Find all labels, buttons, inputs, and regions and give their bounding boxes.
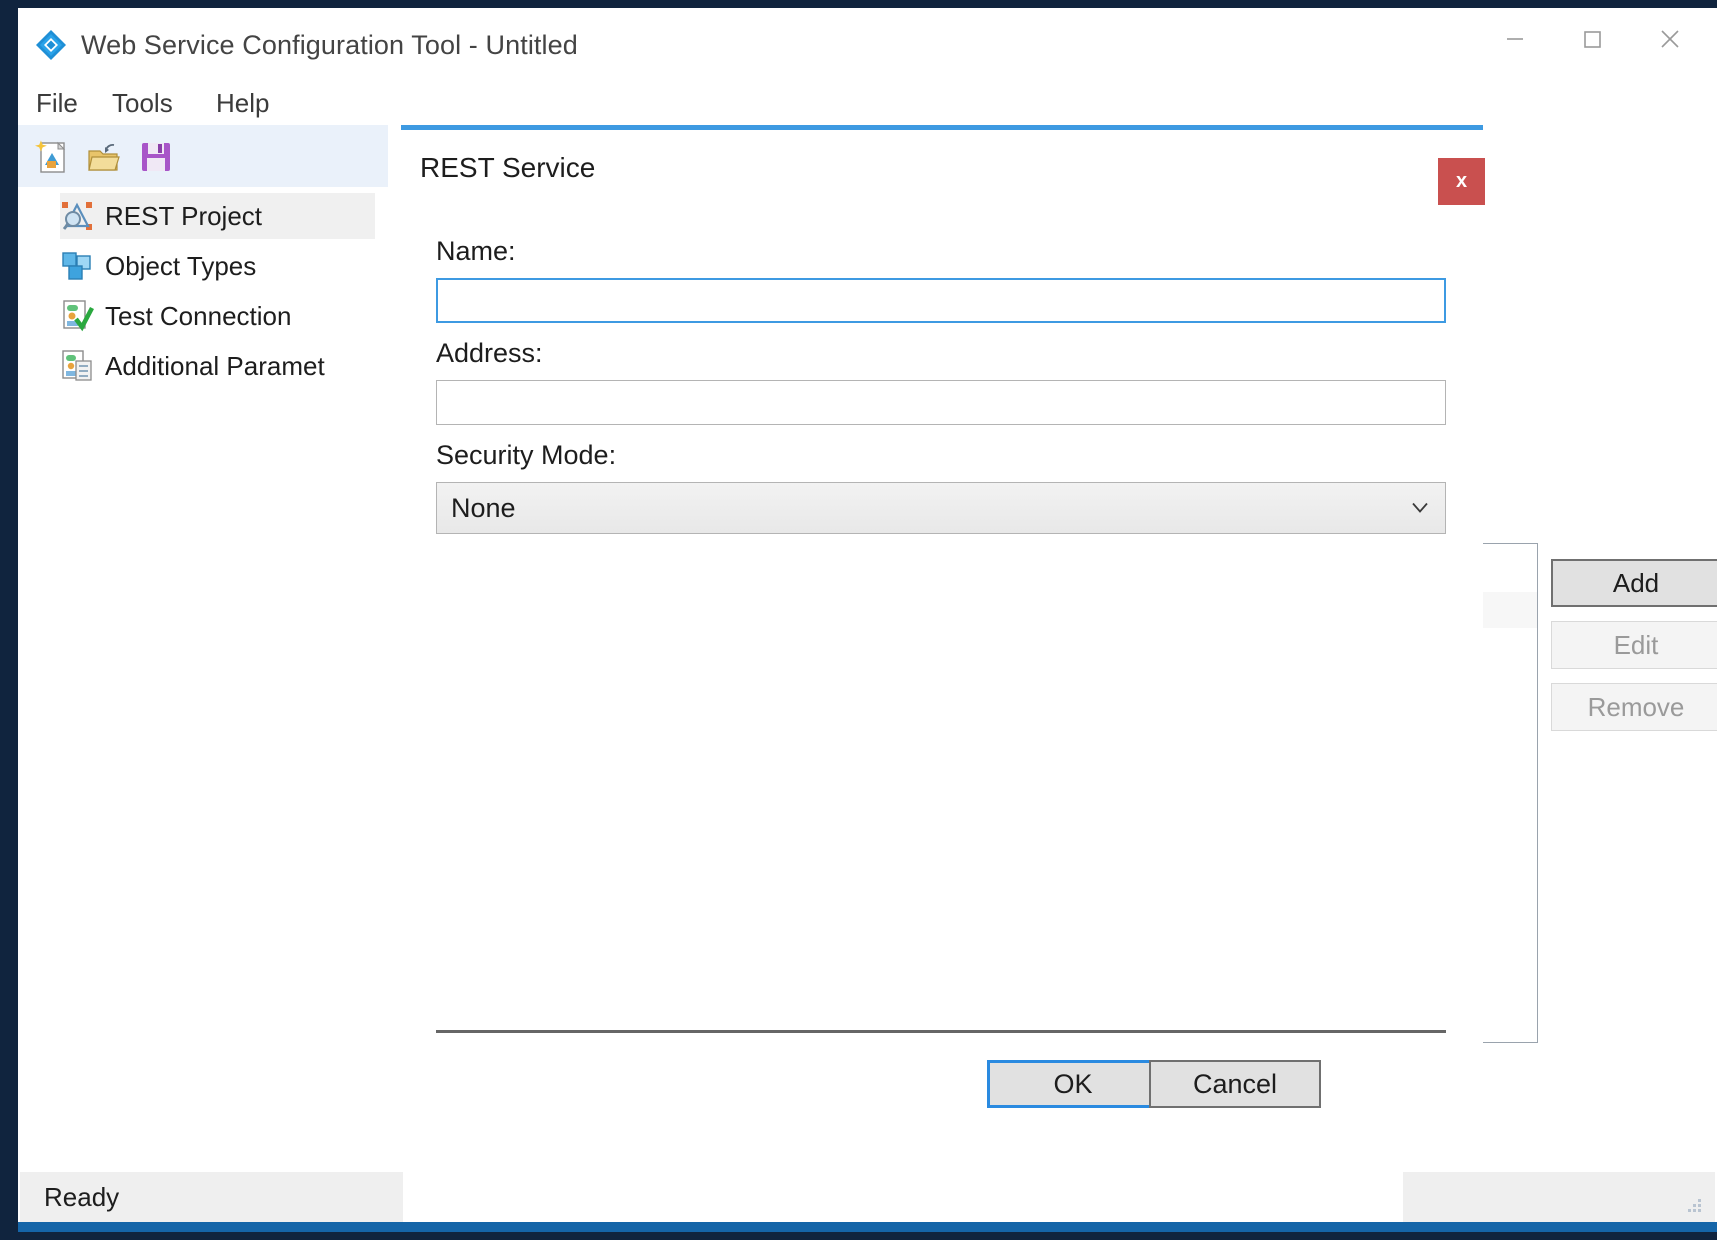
name-label: Name:: [436, 236, 516, 266]
sidebar-item-label: Test Connection: [105, 300, 292, 331]
open-folder-icon[interactable]: [84, 137, 124, 177]
dialog-separator: [436, 1030, 1446, 1033]
status-panel-right: [1403, 1172, 1715, 1222]
security-mode-value: None: [451, 492, 516, 523]
app-diamond-icon: [34, 28, 68, 62]
rest-project-icon: [60, 199, 94, 233]
window-title: Web Service Configuration Tool - Untitle…: [81, 30, 578, 60]
sidebar-item-test-connection[interactable]: Test Connection: [60, 293, 375, 339]
maximize-icon[interactable]: [1554, 8, 1629, 70]
chevron-down-icon: [1411, 497, 1429, 520]
dialog-title: REST Service: [420, 152, 596, 183]
additional-parameter-icon: [60, 349, 94, 383]
security-mode-label: Security Mode:: [436, 440, 617, 470]
save-disk-icon[interactable]: [136, 137, 176, 177]
sidebar-item-rest-project[interactable]: REST Project: [60, 193, 375, 239]
minimize-icon[interactable]: [1477, 8, 1552, 70]
cancel-button[interactable]: Cancel: [1149, 1060, 1321, 1108]
menu-bar: File Tools Help: [18, 80, 1717, 125]
sidebar-item-label: Object Types: [105, 250, 257, 281]
rest-service-dialog: REST Service x Name: Address: Security M…: [401, 125, 1485, 1141]
edit-button[interactable]: Edit: [1551, 621, 1717, 669]
title-bar: Web Service Configuration Tool - Untitle…: [18, 8, 1717, 80]
sidebar-item-label: REST Project: [105, 200, 263, 231]
menu-item-tools[interactable]: Tools: [104, 86, 181, 121]
dialog-close-button[interactable]: x: [1438, 158, 1485, 205]
toolbar: [18, 125, 388, 187]
status-bar: Ready: [18, 1172, 1717, 1222]
address-input[interactable]: [436, 380, 1446, 425]
application-window: Web Service Configuration Tool - Untitle…: [18, 8, 1717, 1232]
menu-item-file[interactable]: File: [28, 86, 86, 121]
security-mode-select[interactable]: None: [436, 482, 1446, 534]
ok-button[interactable]: OK: [987, 1060, 1159, 1108]
close-icon[interactable]: [1632, 8, 1707, 70]
test-connection-icon: [60, 299, 94, 333]
menu-item-help[interactable]: Help: [208, 86, 277, 121]
name-input[interactable]: [436, 278, 1446, 323]
object-types-icon: [60, 249, 94, 283]
navigation-tree: REST Project Object Types Test Connectio…: [18, 187, 388, 1172]
address-label: Address:: [436, 338, 543, 368]
new-project-icon[interactable]: [32, 137, 72, 177]
window-bottom-accent: [18, 1222, 1717, 1232]
add-button[interactable]: Add: [1551, 559, 1717, 607]
sidebar-item-object-types[interactable]: Object Types: [60, 243, 375, 289]
status-panel: Ready: [20, 1172, 403, 1222]
sidebar-item-additional-parameter[interactable]: Additional Paramet: [60, 343, 375, 389]
screen: Web Service Configuration Tool - Untitle…: [0, 0, 1717, 1240]
remove-button[interactable]: Remove: [1551, 683, 1717, 731]
status-text: Ready: [44, 1182, 120, 1212]
resize-grip-icon[interactable]: [1681, 1192, 1703, 1214]
sidebar-item-label: Additional Paramet: [105, 350, 325, 381]
